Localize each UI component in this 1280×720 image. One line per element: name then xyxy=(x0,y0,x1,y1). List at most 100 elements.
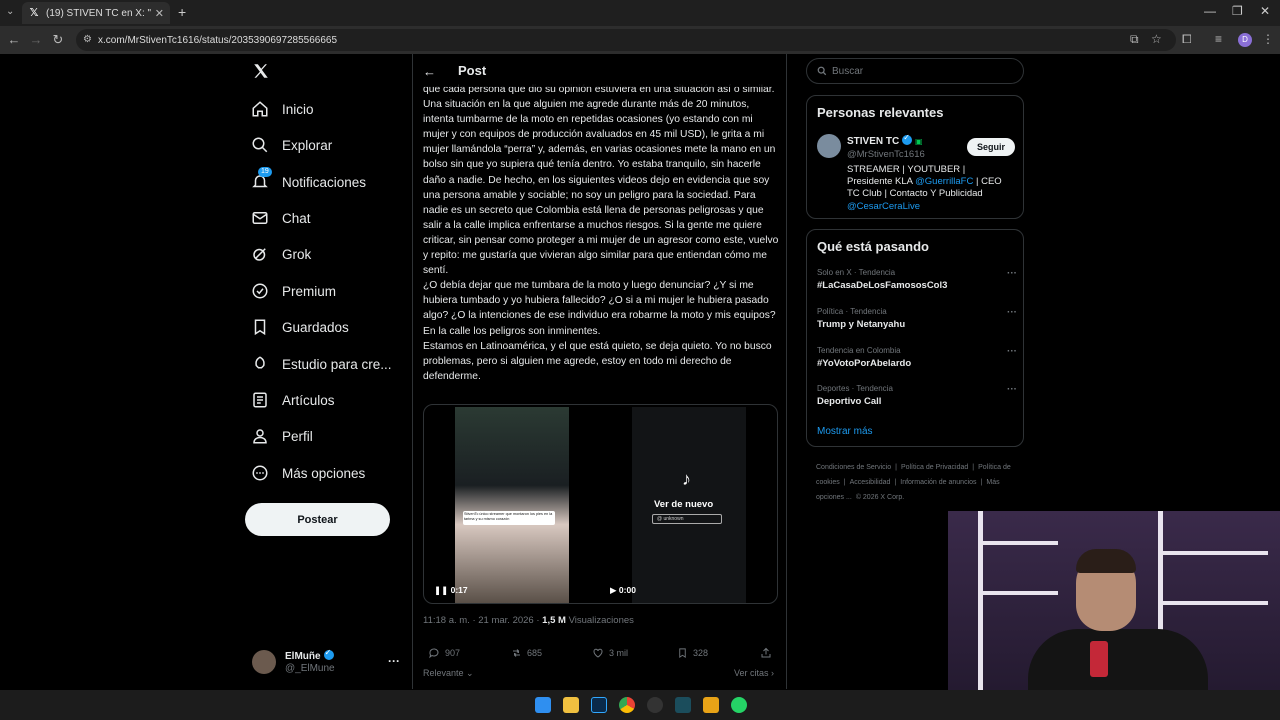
footer-separator: | xyxy=(972,464,975,471)
tab-search-icon[interactable]: ⌄ xyxy=(6,6,14,17)
reload-icon[interactable]: ↻ xyxy=(50,32,66,48)
trend-item[interactable]: Política · Tendencia Trump y Netanyahu ··· xyxy=(817,307,1017,330)
whatsapp-icon[interactable] xyxy=(731,697,747,713)
pause-icon[interactable]: ❚❚ xyxy=(434,585,448,595)
more-icon[interactable]: ··· xyxy=(1007,384,1017,395)
nav-item-grok[interactable]: Grok xyxy=(250,238,311,270)
nav-item-más-opciones[interactable]: Más opciones xyxy=(250,457,365,489)
video-2-controls[interactable]: ▶ 0:00 xyxy=(610,585,636,596)
replies-sort-dropdown[interactable]: Relevante ⌄ xyxy=(423,668,474,679)
nav-item-explorar[interactable]: Explorar xyxy=(250,129,332,161)
nav-label: Chat xyxy=(282,210,311,226)
browser-tabbar: ⌄ 𝕏 (19) STIVEN TC en X: "Todo el m ✕ + … xyxy=(0,0,1280,26)
replay-handle: @ unknown xyxy=(652,514,722,524)
close-tab-icon[interactable]: ✕ xyxy=(155,7,164,20)
person-icon xyxy=(250,426,270,446)
nav-item-chat[interactable]: Chat xyxy=(250,202,311,234)
trend-context: Solo en X · Tendencia xyxy=(817,268,896,277)
x-logo-icon[interactable] xyxy=(252,62,270,80)
obs-icon[interactable] xyxy=(647,697,663,713)
extensions-icon[interactable]: ⧠ xyxy=(1182,32,1192,47)
back-arrow-icon[interactable]: ← xyxy=(423,64,436,79)
app-icon[interactable] xyxy=(675,697,691,713)
webcam-overlay xyxy=(948,511,1280,691)
nav-item-perfil[interactable]: Perfil xyxy=(250,420,313,452)
browser-menu-icon[interactable]: ⋮ xyxy=(1262,32,1274,46)
relevant-user-name[interactable]: STIVEN TC ▣ xyxy=(847,133,923,147)
post-media: StivenTc único streamer que montaron los… xyxy=(423,404,778,604)
nav-label: Guardados xyxy=(282,319,349,335)
footer-link[interactable]: Condiciones de Servicio xyxy=(816,464,891,471)
bookmark-icon xyxy=(250,317,270,337)
post-body: que cada persona que dio su opinión estu… xyxy=(423,82,779,384)
nav-item-premium[interactable]: Premium xyxy=(250,275,336,307)
bio-mention-link[interactable]: @GuerrillaFC xyxy=(915,176,973,187)
forward-icon[interactable]: → xyxy=(28,32,44,47)
play-icon[interactable]: ▶ xyxy=(610,585,617,595)
tiktok-logo-icon: ♪ xyxy=(682,469,691,489)
share-button[interactable] xyxy=(759,646,777,660)
footer-link[interactable]: Información de anuncios xyxy=(900,479,976,486)
trend-topic: #LaCasaDeLosFamososCol3 xyxy=(817,280,948,291)
post-paragraph: ¿O debía dejar que me tumbara de la moto… xyxy=(423,280,776,337)
maximize-icon[interactable]: ❐ xyxy=(1232,4,1243,18)
follow-button[interactable]: Seguir xyxy=(967,138,1015,156)
show-more-link[interactable]: Mostrar más xyxy=(817,426,873,437)
sublime-icon[interactable] xyxy=(703,697,719,713)
nav-item-inicio[interactable]: Inicio xyxy=(250,93,314,125)
bio-mention-link[interactable]: @CesarCeraLive xyxy=(847,201,1012,213)
avatar[interactable] xyxy=(817,134,841,158)
more-icon[interactable]: ··· xyxy=(388,654,400,668)
post-button[interactable]: Postear xyxy=(245,503,390,536)
url-input[interactable]: ⚙ x.com/MrStivenTc1616/status/2035390697… xyxy=(76,29,1176,51)
trends-title: Qué está pasando xyxy=(817,239,929,254)
video-1[interactable]: StivenTc único streamer que montaron los… xyxy=(455,407,569,603)
more-icon[interactable]: ··· xyxy=(1007,268,1017,279)
more-icon[interactable]: ··· xyxy=(1007,346,1017,357)
like-button[interactable]: 3 mil xyxy=(591,646,628,660)
start-icon[interactable] xyxy=(535,697,551,713)
more-icon[interactable]: ··· xyxy=(1007,307,1017,318)
nav-label: Perfil xyxy=(282,428,313,444)
bookmark-button[interactable]: 328 xyxy=(675,646,708,660)
like-count: 3 mil xyxy=(609,648,629,658)
minimize-icon[interactable]: — xyxy=(1204,4,1216,18)
browser-tab[interactable]: 𝕏 (19) STIVEN TC en X: "Todo el m ✕ xyxy=(22,2,170,24)
back-icon[interactable]: ← xyxy=(6,32,22,47)
star-icon[interactable]: ☆ xyxy=(1151,32,1162,46)
site-info-icon[interactable]: ⚙ xyxy=(83,34,92,45)
file-explorer-icon[interactable] xyxy=(563,697,579,713)
nav-item-notificaciones[interactable]: 19 Notificaciones xyxy=(250,166,366,198)
video-2[interactable]: ♪ Ver de nuevo @ unknown xyxy=(632,407,746,603)
nav-item-estudio-para-cre[interactable]: Estudio para cre... xyxy=(250,348,392,380)
trend-item[interactable]: Solo en X · Tendencia #LaCasaDeLosFamosos… xyxy=(817,268,1017,291)
account-switcher[interactable]: ElMuñe @_ElMune ··· xyxy=(252,648,402,678)
footer-link[interactable]: Política de Privacidad xyxy=(901,464,968,471)
replay-label[interactable]: Ver de nuevo xyxy=(654,499,713,510)
nav-item-artículos[interactable]: Artículos xyxy=(250,384,335,416)
nav-label: Inicio xyxy=(282,101,314,117)
search-input[interactable]: Buscar xyxy=(806,58,1024,84)
footer-link[interactable]: © 2026 X Corp. xyxy=(856,494,904,501)
post-timestamp[interactable]: 11:18 a. m. · 21 mar. 2026 · xyxy=(423,615,542,626)
trend-item[interactable]: Tendencia en Colombia #YoVotoPorAbelardo ·… xyxy=(817,346,1017,369)
reply-button[interactable]: 907 xyxy=(427,646,460,660)
video-1-controls[interactable]: ❚❚ 0:17 xyxy=(434,585,468,596)
new-tab-icon[interactable]: + xyxy=(178,4,186,20)
post-actions: 907 685 3 mil 328 xyxy=(423,646,779,664)
footer-separator: | xyxy=(980,479,983,486)
photoshop-icon[interactable] xyxy=(591,697,607,713)
footer-link[interactable]: Accesibilidad xyxy=(850,479,891,486)
chrome-icon[interactable] xyxy=(619,697,635,713)
search-icon xyxy=(817,66,827,76)
profile-avatar[interactable]: D xyxy=(1238,33,1252,47)
install-app-icon[interactable]: ⧉ xyxy=(1130,32,1139,47)
view-quotes-link[interactable]: Ver citas › xyxy=(734,668,774,678)
nav-item-guardados[interactable]: Guardados xyxy=(250,311,349,343)
tab-title: (19) STIVEN TC en X: "Todo el m xyxy=(46,7,151,19)
repost-button[interactable]: 685 xyxy=(509,646,542,660)
close-window-icon[interactable]: ✕ xyxy=(1260,4,1270,18)
trend-item[interactable]: Deportes · Tendencia Deportivo Call ··· xyxy=(817,384,1017,407)
relevant-user-handle[interactable]: @MrStivenTc1616 xyxy=(847,149,925,160)
media-icon[interactable]: ≡ xyxy=(1215,32,1222,46)
